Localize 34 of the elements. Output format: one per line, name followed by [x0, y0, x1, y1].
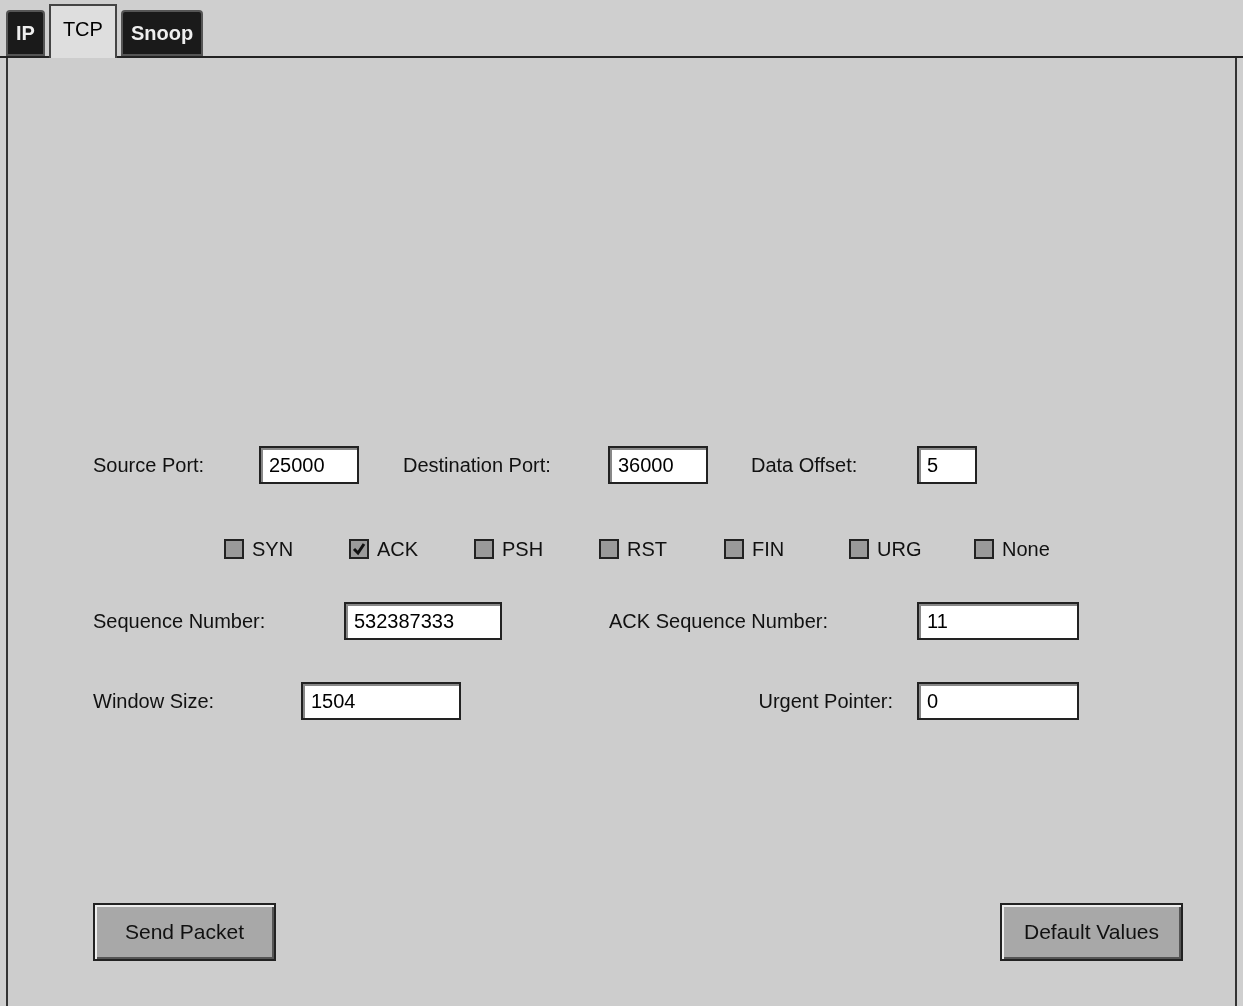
checkbox[interactable] — [599, 539, 619, 559]
input-field[interactable]: 5 — [917, 446, 977, 484]
checkbox[interactable] — [349, 539, 369, 559]
input-field[interactable]: 1504 — [301, 682, 461, 720]
checkbox-label: RST — [627, 537, 667, 562]
tab[interactable]: IP — [6, 10, 45, 56]
checkbox-label: FIN — [752, 537, 785, 562]
checkmark-icon — [352, 542, 366, 556]
push-button[interactable]: Send Packet — [93, 903, 276, 961]
checkbox-label: None — [1002, 537, 1050, 562]
field-label: ACK Sequence Number: — [609, 609, 828, 634]
input-field[interactable]: 25000 — [259, 446, 359, 484]
checkbox[interactable] — [974, 539, 994, 559]
checkbox[interactable] — [474, 539, 494, 559]
field-label: Window Size: — [93, 689, 215, 714]
push-button[interactable]: Default Values — [1000, 903, 1183, 961]
input-field[interactable]: 11 — [917, 602, 1079, 640]
field-label: Data Offset: — [751, 453, 858, 478]
checkbox-label: SYN — [252, 537, 294, 562]
input-field[interactable]: 36000 — [608, 446, 708, 484]
field-label: Source Port: — [93, 453, 205, 478]
checkbox[interactable] — [224, 539, 244, 559]
checkbox[interactable] — [724, 539, 744, 559]
field-label: Sequence Number: — [93, 609, 266, 634]
field-label: Urgent Pointer: — [758, 689, 893, 714]
checkbox-label: URG — [877, 537, 922, 562]
field-label: Destination Port: — [403, 453, 551, 478]
checkbox-label: ACK — [377, 537, 419, 562]
input-field[interactable]: 532387333 — [344, 602, 502, 640]
checkbox[interactable] — [849, 539, 869, 559]
tab[interactable]: Snoop — [120, 10, 204, 56]
input-field[interactable]: 0 — [917, 682, 1079, 720]
tab[interactable]: TCP — [48, 4, 117, 58]
checkbox-label: PSH — [502, 537, 544, 562]
